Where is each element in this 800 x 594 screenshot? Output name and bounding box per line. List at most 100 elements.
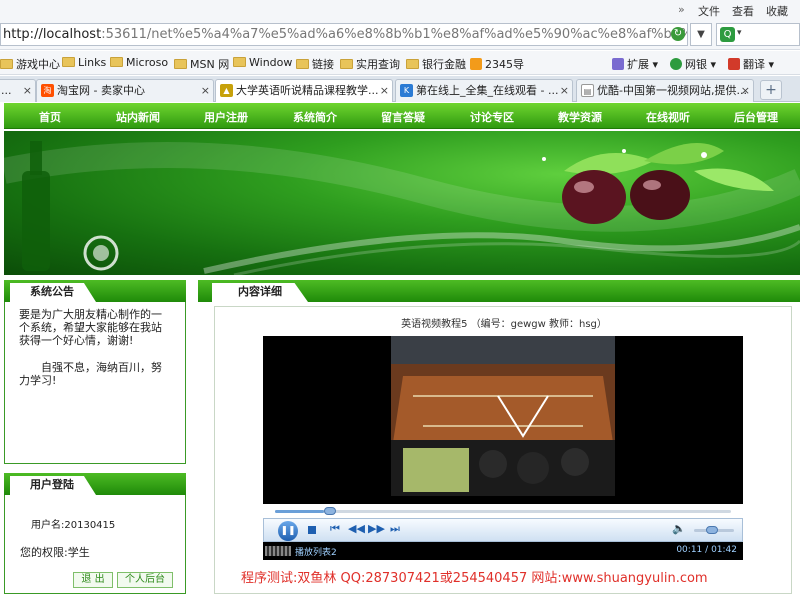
role-value: 学生 xyxy=(67,546,90,559)
2345-icon xyxy=(470,58,482,70)
bookmark-game-center[interactable]: 游戏中心 xyxy=(0,56,60,72)
bookmark-links[interactable]: Links xyxy=(62,56,106,69)
tab-taobao[interactable]: 淘淘宝网 - 卖家中心 × xyxy=(36,79,214,102)
taobao-icon: 淘 xyxy=(41,84,54,97)
search-engine-dropdown-icon[interactable]: ▾ xyxy=(737,28,742,38)
bookmark-windows[interactable]: Window xyxy=(233,56,292,69)
notice-header: 系统公告 xyxy=(4,280,186,302)
notice-box: 要是为广大朋友精心制作的一个系统，希望大家能够在我站获得一个好心情，谢谢! 自强… xyxy=(4,302,186,464)
seek-track[interactable] xyxy=(275,510,731,513)
page-icon: ▤ xyxy=(581,84,594,97)
next-icon[interactable]: ⏭ xyxy=(390,522,400,536)
seek-fill xyxy=(275,510,325,513)
role-label: 您的权限: xyxy=(20,546,68,559)
folder-icon xyxy=(406,59,419,69)
time-separator: / xyxy=(705,545,709,555)
translate-button[interactable]: 翻译 ▾ xyxy=(728,56,774,72)
login-title: 用户登陆 xyxy=(10,476,96,495)
bookmark-microsoft[interactable]: Microso xyxy=(110,56,168,69)
role-row: 您的权限:学生 xyxy=(20,544,90,560)
site-banner xyxy=(4,131,800,275)
close-icon[interactable]: × xyxy=(380,80,389,101)
browser-menu-bar: » 文件 查看 收藏 xyxy=(0,0,800,20)
menu-file[interactable]: 文件 xyxy=(698,3,720,19)
reload-icon[interactable]: ↻ xyxy=(671,27,685,41)
address-bar: http://localhost:53611/net%e5%a4%a7%e5%a… xyxy=(0,20,800,50)
nav-news[interactable]: 站内新闻 xyxy=(116,109,160,125)
pause-icon[interactable]: ❚❚ xyxy=(278,521,298,541)
folder-icon xyxy=(0,59,13,69)
url-path: :53611/net%e5%a4%a7%e5%ad%a6%e8%8b%b1%e8… xyxy=(101,27,688,42)
menu-overflow-icon[interactable]: » xyxy=(678,3,685,16)
tab-video-watch[interactable]: K 第在线上_全集_在线观看 - ... × xyxy=(395,79,573,102)
detail-header: 内容详细 xyxy=(198,280,800,302)
bookmark-msn[interactable]: MSN 网 xyxy=(174,56,229,72)
nav-qa[interactable]: 留言答疑 xyxy=(381,109,425,125)
netbank-button[interactable]: 网银 ▾ xyxy=(670,56,716,72)
total-time: 01:42 xyxy=(711,545,737,555)
url-dropdown-button[interactable]: ▼ xyxy=(690,23,712,46)
nav-about[interactable]: 系统简介 xyxy=(293,109,337,125)
stop-icon[interactable] xyxy=(308,526,316,534)
notice-title: 系统公告 xyxy=(10,283,96,302)
time-display: 00:11 / 01:42 xyxy=(676,545,737,555)
nav-discussion[interactable]: 讨论专区 xyxy=(470,109,514,125)
player-controls: ❚❚ ⏮ ◀◀ ▶▶ ⏭ 🔈 xyxy=(263,518,743,542)
bookmark-useful-query[interactable]: 实用查询 xyxy=(340,56,400,72)
tab-partial[interactable]: ... × xyxy=(0,79,36,102)
nav-admin[interactable]: 后台管理 xyxy=(734,109,778,125)
menu-favorites[interactable]: 收藏 xyxy=(766,3,788,19)
logout-button[interactable]: 退 出 xyxy=(73,572,113,588)
search-icon[interactable]: Q xyxy=(720,27,735,42)
video-player[interactable] xyxy=(263,336,743,504)
favorites-bar: 游戏中心 Links Microso MSN 网 Window 链接 实用查询 … xyxy=(0,51,800,75)
login-box: 用户名:20130415 您的权限:学生 退 出 个人后台 xyxy=(4,495,186,594)
site-icon: ▲ xyxy=(220,84,233,97)
search-box[interactable]: Q ▾ xyxy=(716,23,800,46)
folder-icon xyxy=(174,59,187,69)
tab-youku[interactable]: ▤ 优酷-中国第一视频网站,提供... × xyxy=(576,79,754,102)
url-host: http://localhost xyxy=(3,27,102,42)
folder-icon xyxy=(233,57,246,67)
notice-motto: 自强不息，海纳百川，努力学习! xyxy=(19,361,162,387)
nav-register[interactable]: 用户注册 xyxy=(204,109,248,125)
nav-home[interactable]: 首页 xyxy=(39,109,61,125)
folder-icon xyxy=(340,59,353,69)
video-frame xyxy=(391,336,615,496)
folder-icon xyxy=(62,57,75,67)
bookmark-links-cn[interactable]: 链接 xyxy=(296,56,334,72)
playlist-bar: 播放列表2 00:11 / 01:42 xyxy=(263,542,743,560)
banner-artwork xyxy=(4,141,800,275)
volume-thumb[interactable] xyxy=(706,526,718,534)
fast-forward-icon[interactable]: ▶▶ xyxy=(368,522,385,535)
tab-english-course[interactable]: ▲ 大学英语听说精品课程教学... × xyxy=(215,79,393,103)
url-input[interactable]: http://localhost:53611/net%e5%a4%a7%e5%a… xyxy=(0,23,688,46)
close-icon[interactable]: × xyxy=(560,80,569,101)
new-tab-button[interactable]: + xyxy=(760,80,782,100)
username-label: 用户名: xyxy=(31,520,65,531)
seek-thumb[interactable] xyxy=(324,507,337,515)
test-watermark: 程序测试:双鱼林 QQ:287307421或254540457 网站:www.s… xyxy=(241,571,708,586)
login-header: 用户登陆 xyxy=(4,473,186,495)
previous-icon[interactable]: ⏮ xyxy=(330,522,340,536)
close-icon[interactable]: × xyxy=(23,80,32,101)
close-icon[interactable]: × xyxy=(201,80,210,101)
puzzle-icon xyxy=(612,58,624,70)
volume-icon[interactable]: 🔈 xyxy=(672,522,686,535)
video-title: 英语视频教程5 （编号：gewgw 教师：hsg） xyxy=(401,319,607,330)
bookmark-bank-finance[interactable]: 银行金融 xyxy=(406,56,466,72)
shield-icon xyxy=(670,58,682,70)
grip-icon[interactable] xyxy=(265,546,291,556)
extensions-button[interactable]: 扩展 ▾ xyxy=(612,56,658,72)
nav-resources[interactable]: 教学资源 xyxy=(558,109,602,125)
folder-icon xyxy=(296,59,309,69)
personal-backend-button[interactable]: 个人后台 xyxy=(117,572,173,588)
rewind-icon[interactable]: ◀◀ xyxy=(348,522,365,535)
menu-view[interactable]: 查看 xyxy=(732,3,754,19)
close-icon[interactable]: × xyxy=(741,80,750,101)
seek-area xyxy=(263,504,743,518)
nav-online-video[interactable]: 在线视听 xyxy=(646,109,690,125)
playlist-label[interactable]: 播放列表2 xyxy=(295,545,337,558)
notice-text: 要是为广大朋友精心制作的一个系统，希望大家能够在我站获得一个好心情，谢谢! xyxy=(19,308,162,347)
bookmark-2345[interactable]: 2345导 xyxy=(470,56,524,72)
